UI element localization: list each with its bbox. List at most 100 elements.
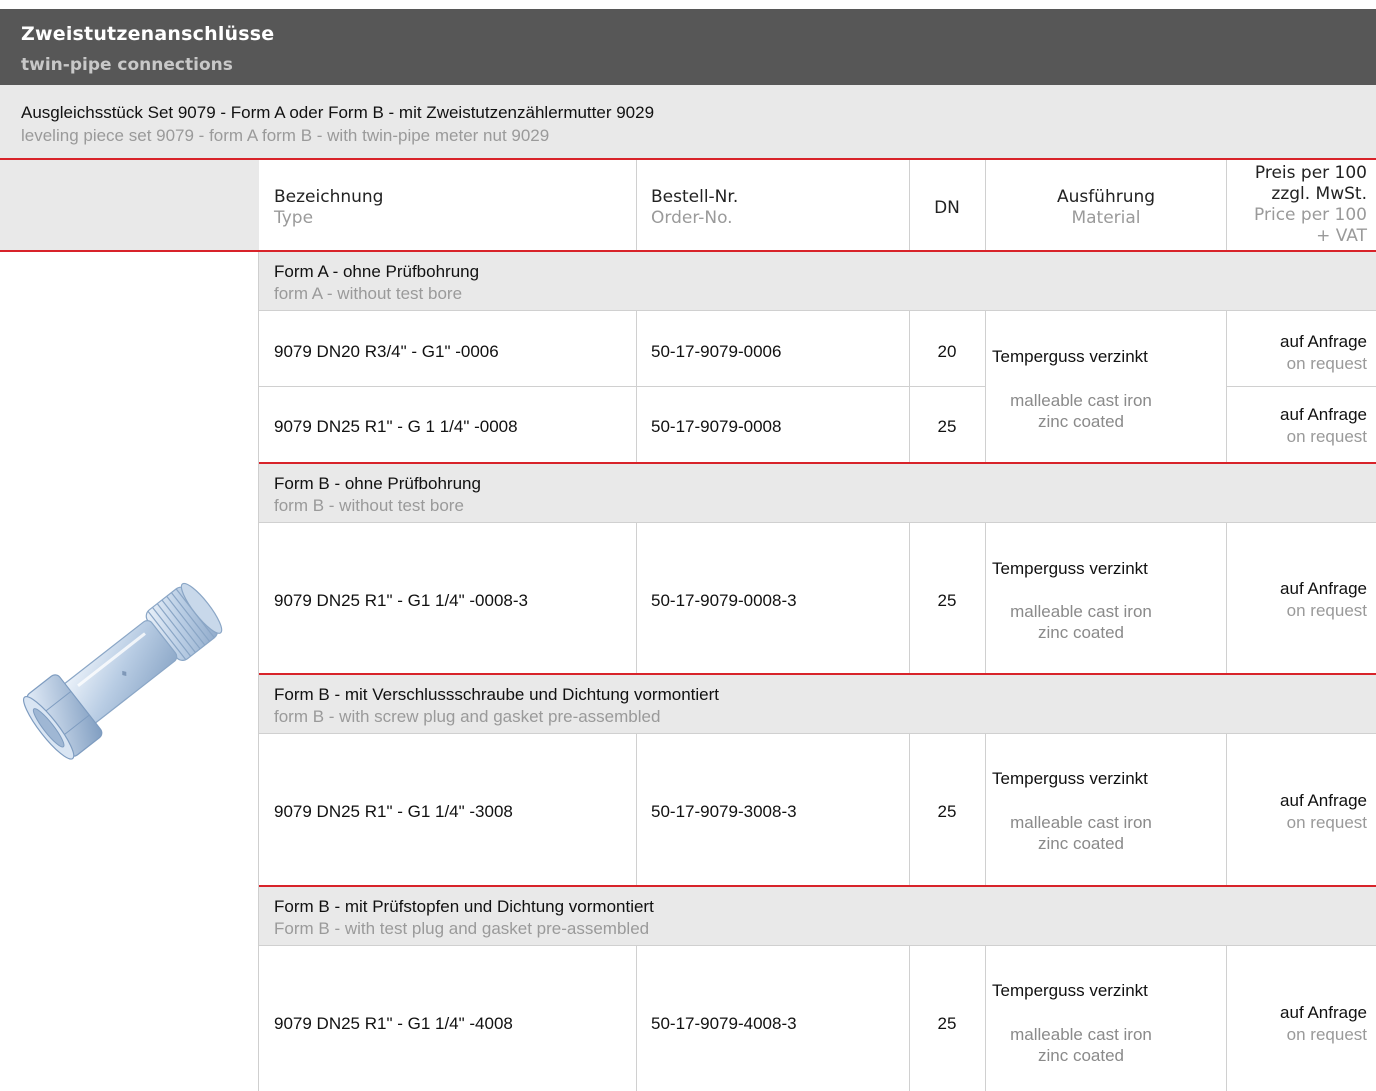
material-line1: malleable cast iron (1010, 602, 1152, 621)
price-label-en: on request (1286, 1025, 1367, 1044)
table-row-price: auf Anfrage on request (1280, 790, 1367, 834)
table-row-order: 50-17-9079-0008 (651, 417, 782, 436)
group-title: Form A - ohne Prüfbohrung (274, 262, 480, 281)
col-material-header: Ausführung (1056, 187, 1156, 207)
table-row-price: auf Anfrage on request (1280, 404, 1367, 448)
table-row-type: 9079 DN20 R3/4" - G1" -0006 (274, 342, 499, 361)
pipe-fitting-icon: ♦ (23, 582, 223, 760)
price-label: auf Anfrage (1280, 405, 1367, 424)
col-divider (1226, 523, 1227, 673)
col-divider (1226, 311, 1227, 462)
material-line2: zinc coated (1038, 1046, 1124, 1065)
col-type-header-en: Type (274, 208, 314, 228)
price-header-line1: Preis per 100 (1254, 163, 1367, 183)
product-section-header: Ausgleichsstück Set 9079 - Form A oder F… (0, 85, 1376, 160)
col-divider (636, 523, 637, 673)
group-title-en: form B - without test bore (274, 496, 464, 515)
material-label: Temperguss verzinkt (992, 347, 1148, 366)
col-divider (985, 734, 986, 885)
col-divider (985, 946, 986, 1091)
group-title-en: Form B - with test plug and gasket pre-a… (274, 919, 650, 938)
page-header: Zweistutzenanschlüsse twin-pipe connecti… (0, 9, 1376, 85)
material-label-en: malleable cast iron zinc coated (992, 1024, 1170, 1066)
price-label-en: on request (1286, 601, 1367, 620)
price-label-en: on request (1286, 354, 1367, 373)
table-row-price: auf Anfrage on request (1280, 331, 1367, 375)
table-row-type: 9079 DN25 R1" - G1 1/4" -3008 (274, 802, 513, 821)
col-type-header: Bezeichnung (274, 187, 384, 207)
material-line1: malleable cast iron (1010, 391, 1152, 410)
col-divider (909, 311, 910, 462)
group-header: Form B - mit Prüfstopfen und Dichtung vo… (259, 887, 1376, 945)
material-label-en: malleable cast iron zinc coated (992, 812, 1170, 854)
table-row-dn: 25 (937, 417, 957, 436)
price-label: auf Anfrage (1280, 332, 1367, 351)
row-divider (259, 310, 1376, 311)
col-divider (985, 523, 986, 673)
material-label: Temperguss verzinkt (992, 559, 1148, 578)
col-price-header: Preis per 100 zzgl. MwSt. (1255, 163, 1367, 205)
price-label: auf Anfrage (1280, 1003, 1367, 1022)
group-header: Form B - ohne Prüfbohrung form B - witho… (259, 464, 1376, 522)
table-row-order: 50-17-9079-3008-3 (651, 802, 797, 821)
group-title: Form B - ohne Prüfbohrung (274, 474, 481, 493)
col-divider (1226, 946, 1227, 1091)
row-divider (1226, 386, 1376, 387)
row-divider (259, 733, 1376, 734)
col-material-header-en: Material (1071, 208, 1141, 228)
col-divider (1226, 160, 1227, 250)
section-title: Ausgleichsstück Set 9079 - Form A oder F… (21, 103, 655, 122)
row-divider (259, 945, 1376, 946)
table-row-dn: 25 (937, 802, 957, 821)
group-header: Form B - mit Verschlussschraube und Dich… (259, 675, 1376, 733)
col-divider (909, 946, 910, 1091)
group-title: Form B - mit Prüfstopfen und Dichtung vo… (274, 897, 654, 916)
page-title: Zweistutzenanschlüsse (21, 23, 275, 45)
table-row-order: 50-17-9079-0006 (651, 342, 782, 361)
material-line2: zinc coated (1038, 834, 1124, 853)
section-title-en: leveling piece set 9079 - form A form B … (21, 126, 550, 145)
table-row-dn: 25 (937, 1014, 957, 1033)
price-label-en: on request (1286, 813, 1367, 832)
col-divider (636, 734, 637, 885)
col-divider (636, 311, 637, 462)
table-row-dn: 25 (937, 591, 957, 610)
price-label: auf Anfrage (1280, 791, 1367, 810)
group-title: Form B - mit Verschlussschraube und Dich… (274, 685, 720, 704)
price-header-en-line2: + VAT (1316, 226, 1367, 246)
col-divider (1226, 734, 1227, 885)
material-line2: zinc coated (1038, 623, 1124, 642)
image-column-header (0, 160, 258, 250)
table-row-order: 50-17-9079-0008-3 (651, 591, 797, 610)
table-row-order: 50-17-9079-4008-3 (651, 1014, 797, 1033)
col-price-header-en: Price per 100 + VAT (1254, 205, 1367, 247)
table-row-type: 9079 DN25 R1" - G1 1/4" -0008-3 (274, 591, 528, 610)
material-label-en: malleable cast iron zinc coated (992, 601, 1170, 643)
price-header-line2: zzgl. MwSt. (1271, 184, 1367, 204)
price-header-en-line1: Price per 100 (1254, 205, 1367, 225)
col-divider (985, 311, 986, 462)
material-line2: zinc coated (1038, 412, 1124, 431)
price-label-en: on request (1286, 427, 1367, 446)
row-divider (259, 522, 1376, 523)
col-divider (909, 734, 910, 885)
table-row-type: 9079 DN25 R1" - G1 1/4" -4008 (274, 1014, 513, 1033)
page-subtitle: twin-pipe connections (21, 55, 233, 75)
col-order-header-en: Order-No. (651, 208, 733, 228)
material-label-en: malleable cast iron zinc coated (992, 390, 1170, 432)
material-line1: malleable cast iron (1010, 813, 1152, 832)
table-row-price: auf Anfrage on request (1280, 1002, 1367, 1046)
table-row-price: auf Anfrage on request (1280, 578, 1367, 622)
col-divider (636, 946, 637, 1091)
col-divider (909, 523, 910, 673)
top-margin (0, 0, 1376, 9)
material-label: Temperguss verzinkt (992, 981, 1148, 1000)
material-label: Temperguss verzinkt (992, 769, 1148, 788)
group-title-en: form A - without test bore (274, 284, 463, 303)
table-row-dn: 20 (937, 342, 957, 361)
table-header: Bezeichnung Type Bestell-Nr. Order-No. D… (0, 160, 1376, 252)
group-title-en: form B - with screw plug and gasket pre-… (274, 707, 661, 726)
group-header: Form A - ohne Prüfbohrung form A - witho… (259, 252, 1376, 310)
col-divider (636, 160, 637, 250)
row-divider (259, 386, 986, 387)
